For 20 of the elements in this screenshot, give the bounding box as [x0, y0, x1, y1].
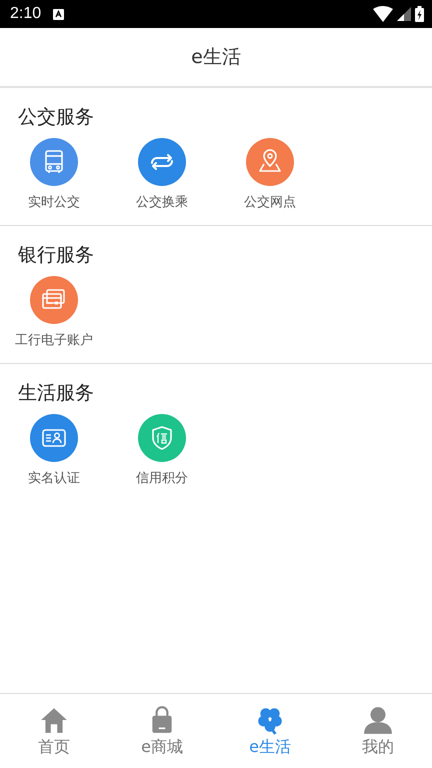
notification-icon [53, 8, 64, 20]
service-item[interactable]: 工行电子账户 [0, 276, 108, 349]
nav-tab[interactable]: 首页 [0, 694, 108, 768]
person-icon [363, 704, 393, 734]
page-title: e生活 [191, 45, 241, 70]
service-item[interactable]: 实名认证 [0, 414, 108, 487]
wifi-icon [373, 6, 393, 22]
section-title: 公交服务 [17, 105, 94, 130]
signal-icon [397, 7, 411, 21]
nav-tab[interactable]: e生活 [216, 694, 324, 768]
battery-icon [415, 6, 424, 22]
status-time: 2:10 [10, 5, 42, 23]
service-item[interactable]: 公交网点 [216, 138, 324, 211]
nav-tab[interactable]: e商城 [108, 694, 216, 768]
service-item[interactable]: 实时公交 [0, 138, 108, 211]
service-item[interactable]: 信用积分 [108, 414, 216, 487]
nav-tab[interactable]: 我的 [324, 694, 432, 768]
service-item[interactable]: 公交换乘 [108, 138, 216, 211]
section-title: 银行服务 [17, 243, 94, 268]
section-title: 生活服务 [17, 381, 94, 406]
